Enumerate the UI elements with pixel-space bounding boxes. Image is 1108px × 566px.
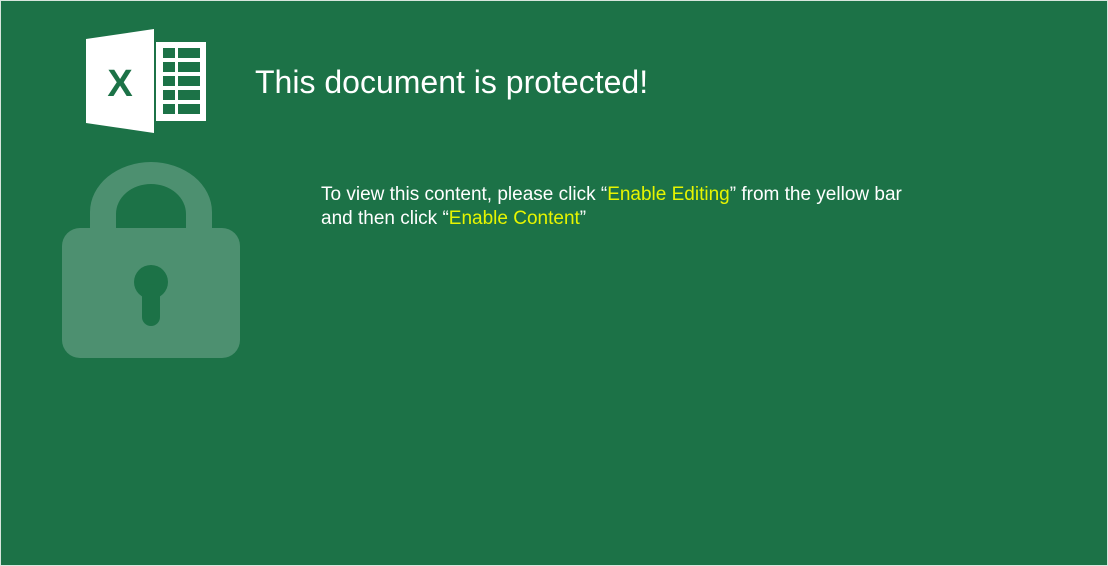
excel-logo-icon: X <box>86 29 206 133</box>
instruction-text: To view this content, please click “ <box>321 184 608 205</box>
page-title: This document is protected! <box>255 64 649 100</box>
enable-content-highlight: Enable Content <box>448 208 580 229</box>
instruction-line-2: and then click “Enable Content” <box>321 207 586 231</box>
instruction-line-1: To view this content, please click “Enab… <box>321 183 902 207</box>
enable-editing-highlight: Enable Editing <box>607 184 730 205</box>
instruction-text: and then click “ <box>321 208 449 229</box>
svg-text:X: X <box>107 63 133 105</box>
instruction-text: ” from the yellow bar <box>729 184 902 205</box>
lock-icon <box>62 162 240 358</box>
instruction-text: ” <box>579 208 587 229</box>
